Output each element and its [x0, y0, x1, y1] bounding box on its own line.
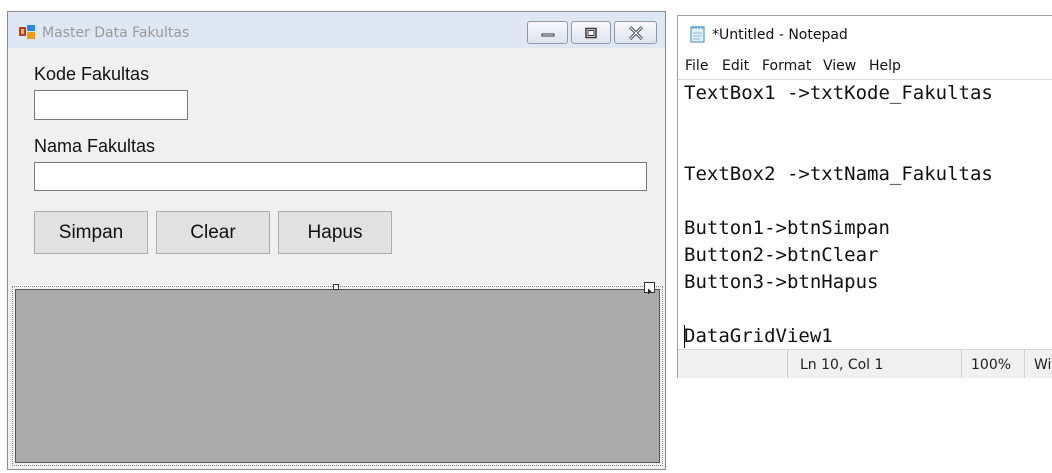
textbox-nama-fakultas[interactable] [34, 162, 647, 191]
notepad-window: *Untitled - Notepad File Edit Format Vie… [677, 15, 1052, 378]
text-line: TextBox2 ->txtNama_Fakultas [684, 163, 993, 185]
menu-format[interactable]: Format [762, 58, 811, 74]
smart-tag-arrow-icon [648, 288, 652, 295]
text-line: Button2->btnClear [684, 244, 879, 266]
maximize-icon [585, 27, 597, 38]
status-divider [1024, 350, 1025, 378]
text-line: TextBox1 ->txtKode_Fakultas [684, 82, 993, 104]
datagridview[interactable] [15, 289, 660, 463]
status-divider [787, 350, 788, 378]
notepad-statusbar: Ln 10, Col 1 100% Wi [678, 349, 1052, 378]
close-icon [628, 25, 643, 40]
close-button[interactable] [614, 21, 657, 44]
text-line: Button3->btnHapus [684, 271, 879, 293]
status-zoom: 100% [971, 357, 1012, 373]
status-divider [961, 350, 962, 378]
minimize-icon [541, 33, 554, 36]
textbox-kode-fakultas[interactable] [34, 90, 188, 120]
notepad-text-editor[interactable]: TextBox1 ->txtKode_Fakultas TextBox2 ->t… [678, 79, 1052, 350]
smart-tag-button[interactable] [644, 282, 655, 295]
notepad-icon [690, 25, 706, 43]
text-line: DataGridView1 [684, 325, 833, 347]
notepad-title: *Untitled - Notepad [712, 27, 848, 43]
menu-file[interactable]: File [685, 58, 708, 74]
label-kode-fakultas: Kode Fakultas [34, 64, 150, 84]
form-app-icon [19, 25, 35, 39]
text-line: Button1->btnSimpan [684, 217, 890, 239]
form-titlebar[interactable]: Master Data Fakultas [8, 12, 665, 48]
menu-help[interactable]: Help [869, 58, 901, 74]
simpan-button[interactable]: Simpan [34, 211, 148, 254]
notepad-menubar: File Edit Format View Help [678, 54, 1052, 78]
hapus-button[interactable]: Hapus [278, 211, 392, 254]
minimize-button[interactable] [527, 21, 568, 44]
form-title: Master Data Fakultas [42, 25, 190, 41]
status-line-ending: Wi [1034, 357, 1052, 373]
text-caret [684, 325, 685, 348]
form-designer-window: Master Data Fakultas Kode Fakultas Nama … [7, 11, 666, 470]
notepad-titlebar[interactable]: *Untitled - Notepad [678, 16, 1052, 53]
label-nama-fakultas: Nama Fakultas [34, 136, 156, 156]
resize-handle-top[interactable] [333, 284, 339, 290]
clear-button[interactable]: Clear [156, 211, 270, 254]
status-position: Ln 10, Col 1 [800, 357, 884, 373]
menu-edit[interactable]: Edit [722, 58, 749, 74]
menu-view[interactable]: View [823, 58, 856, 74]
maximize-button[interactable] [571, 21, 611, 44]
